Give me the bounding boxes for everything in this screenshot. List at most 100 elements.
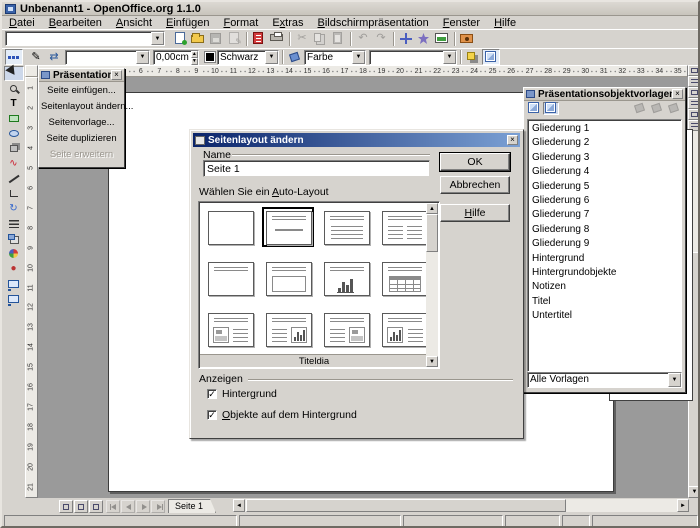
- layout-option-title-2col[interactable]: [382, 211, 428, 245]
- menu-datei[interactable]: Datei: [2, 17, 42, 29]
- spin-up-icon[interactable]: ▲: [191, 51, 198, 58]
- redo-button[interactable]: ↷: [372, 31, 390, 47]
- style-item[interactable]: Notizen: [529, 280, 680, 294]
- vertical-ruler[interactable]: 123456789101112131415161718192021: [25, 77, 38, 498]
- arrange-tool[interactable]: [4, 231, 24, 246]
- ok-button[interactable]: OK: [440, 153, 510, 171]
- paste-button[interactable]: [329, 31, 347, 47]
- shadow-button[interactable]: [464, 49, 482, 65]
- scroll-down-icon[interactable]: ▼: [688, 486, 700, 498]
- outline-view-button[interactable]: [688, 76, 700, 87]
- slide-view-button[interactable]: [688, 87, 700, 98]
- scroll-left-icon[interactable]: ◄: [233, 499, 245, 512]
- effects-tool[interactable]: [4, 246, 24, 261]
- print-file-button[interactable]: [268, 31, 286, 47]
- dropdown-arrow-icon[interactable]: ▼: [151, 32, 164, 45]
- layout-option-title-table[interactable]: [382, 262, 428, 296]
- style-item[interactable]: Gliederung 2: [529, 136, 680, 150]
- menu-einfgen[interactable]: Einfügen: [159, 17, 216, 29]
- checkbox-check-icon[interactable]: ✓: [207, 410, 217, 420]
- styles-list[interactable]: Gliederung 1Gliederung 2Gliederung 3Glie…: [527, 119, 682, 372]
- master-mode-button[interactable]: [74, 500, 88, 513]
- horizontal-ruler[interactable]: 1234567891011121314151617181920212223242…: [38, 65, 688, 77]
- fill-type-value[interactable]: Farbe: [305, 51, 352, 64]
- layout-option-title-chart-text[interactable]: [382, 313, 428, 347]
- gallery-button[interactable]: [433, 31, 451, 47]
- menu-hilfe[interactable]: Hilfe: [487, 17, 523, 29]
- style-filter-value[interactable]: Alle Vorlagen: [528, 373, 668, 387]
- lines-arrows-tool[interactable]: [4, 171, 24, 186]
- navigator-button[interactable]: [397, 31, 415, 47]
- style-item[interactable]: Hintergrundobjekte: [529, 266, 680, 280]
- style-item[interactable]: Titel: [529, 295, 680, 309]
- pres-item-seitenvorlage[interactable]: Seitenvorlage...: [39, 114, 124, 130]
- style-item[interactable]: Gliederung 9: [529, 237, 680, 251]
- update-style-button[interactable]: [666, 102, 682, 115]
- line-style-combobox[interactable]: ▼: [65, 50, 150, 65]
- layout-option-title-sub[interactable]: [266, 211, 312, 245]
- layout-option-title-text-img[interactable]: [324, 313, 370, 347]
- presentation-toolbar-titlebar[interactable]: Präsentation ×: [39, 69, 124, 82]
- cancel-button[interactable]: Abbrechen: [440, 176, 510, 194]
- last-page-button[interactable]: [151, 500, 165, 513]
- line-style-value[interactable]: [66, 51, 136, 64]
- dialog-titlebar[interactable]: Seitenlayout ändern ×: [193, 133, 520, 147]
- pres-item-seite-einf-gen[interactable]: Seite einfügen...: [39, 82, 124, 98]
- arrow-ends-icon[interactable]: ⇄: [45, 49, 63, 65]
- close-icon[interactable]: ×: [111, 70, 122, 80]
- rotate-tool[interactable]: ↻: [4, 201, 24, 216]
- dropdown-arrow-icon[interactable]: ▼: [136, 51, 149, 64]
- insert-graphics-button[interactable]: [458, 31, 476, 47]
- undo-button[interactable]: ↶: [354, 31, 372, 47]
- zoom-tool[interactable]: [4, 81, 24, 96]
- menu-bearbeiten[interactable]: Bearbeiten: [42, 17, 109, 29]
- drawing-view-button[interactable]: [688, 65, 700, 76]
- line-width-value[interactable]: 0,00cm: [154, 51, 191, 64]
- dropdown-arrow-icon[interactable]: ▼: [443, 51, 456, 64]
- name-input[interactable]: Seite 1: [203, 160, 430, 177]
- fill-color-value[interactable]: [370, 51, 443, 64]
- style-item[interactable]: Gliederung 4: [529, 165, 680, 179]
- pres-item-seitenlayout-ndern[interactable]: Seitenlayout ändern...: [39, 98, 124, 114]
- layout-scrollbar-thumb[interactable]: [426, 214, 438, 252]
- close-icon[interactable]: ×: [507, 135, 518, 145]
- layout-option-title-box[interactable]: [266, 262, 312, 296]
- open-document-button[interactable]: [189, 31, 207, 47]
- menu-extras[interactable]: Extras: [265, 17, 310, 29]
- style-item[interactable]: Gliederung 3: [529, 151, 680, 165]
- paragraph-styles-button[interactable]: [526, 102, 542, 115]
- cut-button[interactable]: ✂: [293, 31, 311, 47]
- stylist-titlebar[interactable]: Präsentationsobjektvorlagen ×: [524, 88, 685, 101]
- scroll-up-icon[interactable]: ▲: [426, 203, 438, 214]
- dropdown-arrow-icon[interactable]: ▼: [265, 51, 278, 64]
- tab-seite-1[interactable]: Seite 1: [168, 499, 216, 513]
- new-style-from-selection-button[interactable]: [649, 102, 665, 115]
- preview-quality-button[interactable]: [482, 49, 500, 65]
- layout-option-title-only[interactable]: [208, 262, 254, 296]
- fill-format-mode-button[interactable]: [632, 102, 648, 115]
- handout-view-button[interactable]: [688, 109, 700, 120]
- layout-option-blank[interactable]: [208, 211, 254, 245]
- alignment-tool[interactable]: [4, 216, 24, 231]
- menu-format[interactable]: Format: [216, 17, 265, 29]
- line-style-icon[interactable]: ✎: [27, 49, 45, 65]
- spin-down-icon[interactable]: ▼: [191, 58, 198, 65]
- dropdown-arrow-icon[interactable]: ▼: [352, 51, 365, 64]
- dropdown-arrow-icon[interactable]: ▼: [668, 373, 681, 387]
- scroll-down-icon[interactable]: ▼: [426, 356, 438, 367]
- export-pdf-button[interactable]: [250, 31, 268, 47]
- style-item[interactable]: Gliederung 7: [529, 208, 680, 222]
- help-button[interactable]: Hilfe: [440, 204, 510, 222]
- select-tool[interactable]: [4, 66, 24, 81]
- notes-view-button[interactable]: [688, 98, 700, 109]
- style-item[interactable]: Gliederung 6: [529, 194, 680, 208]
- new-document-button[interactable]: [171, 31, 189, 47]
- layout-listbox[interactable]: Titeldia ▲ ▼: [198, 201, 440, 369]
- style-item[interactable]: Gliederung 1: [529, 122, 680, 136]
- layer-mode-button[interactable]: [89, 500, 103, 513]
- connector-tool[interactable]: [4, 186, 24, 201]
- horizontal-scrollbar-thumb[interactable]: [246, 499, 566, 512]
- menu-fenster[interactable]: Fenster: [436, 17, 487, 29]
- line-color-combobox[interactable]: Schwarz ▼: [217, 50, 279, 65]
- style-item[interactable]: Gliederung 5: [529, 180, 680, 194]
